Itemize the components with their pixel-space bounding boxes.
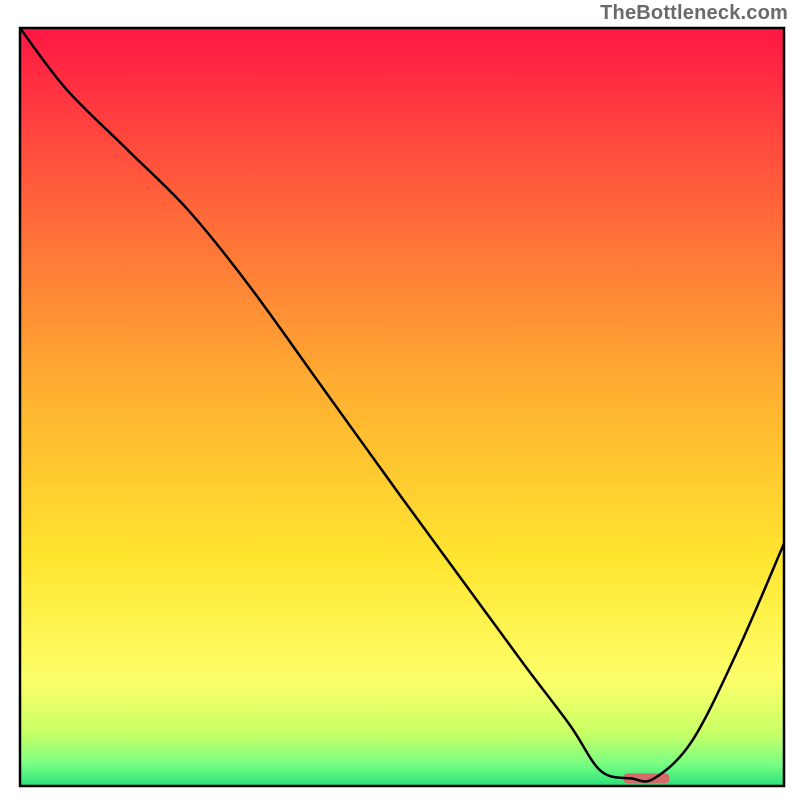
watermark-text: TheBottleneck.com	[600, 2, 788, 25]
chart-svg	[0, 0, 800, 800]
chart-stage: TheBottleneck.com	[0, 0, 800, 800]
plot-background	[20, 28, 784, 786]
